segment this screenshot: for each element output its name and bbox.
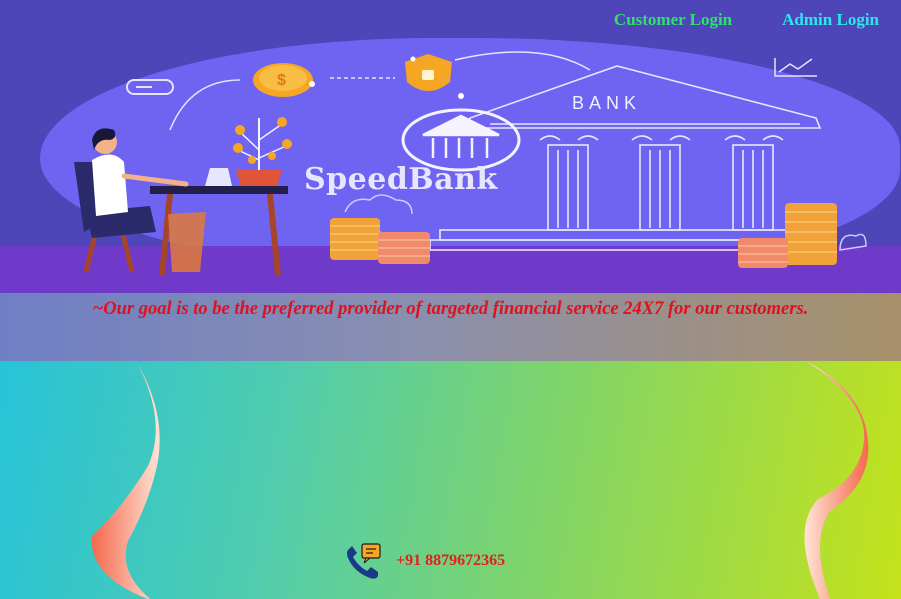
customer-login-link[interactable]: Customer Login xyxy=(614,10,732,30)
cloud-icon xyxy=(839,233,867,251)
toggle-icon xyxy=(126,79,174,95)
contact-info: +91 8879672365 xyxy=(342,542,505,580)
admin-login-link[interactable]: Admin Login xyxy=(782,10,879,30)
cloud-icon xyxy=(344,194,413,215)
coin-stack-icon xyxy=(330,218,430,264)
bank-sign: BANK xyxy=(572,93,642,113)
right-wave-shape xyxy=(804,361,869,599)
left-wave-shape xyxy=(91,361,160,599)
person-at-desk-illustration xyxy=(74,128,288,276)
phone-number[interactable]: +91 8879672365 xyxy=(396,552,505,570)
hero-banner: $ BANK SpeedBank Customer Login Admin Lo… xyxy=(0,0,901,293)
top-navigation: Customer Login Admin Login xyxy=(614,10,879,30)
tagline-text: ~Our goal is to be the preferred provide… xyxy=(92,299,809,319)
coin-icon: $ xyxy=(253,63,313,97)
flow-arrow xyxy=(169,79,241,131)
flow-arrow xyxy=(454,51,591,71)
tagline-band: ~Our goal is to be the preferred provide… xyxy=(0,293,901,361)
plant-icon xyxy=(233,117,292,190)
coin-symbol: $ xyxy=(277,72,286,89)
chart-icon xyxy=(774,58,817,77)
bank-logo-icon xyxy=(401,108,521,172)
brand-logo-text: SpeedBank xyxy=(304,162,498,197)
sparkle-icons xyxy=(309,56,801,239)
phone-chat-icon xyxy=(347,543,381,579)
bank-illustration: $ xyxy=(74,51,867,276)
